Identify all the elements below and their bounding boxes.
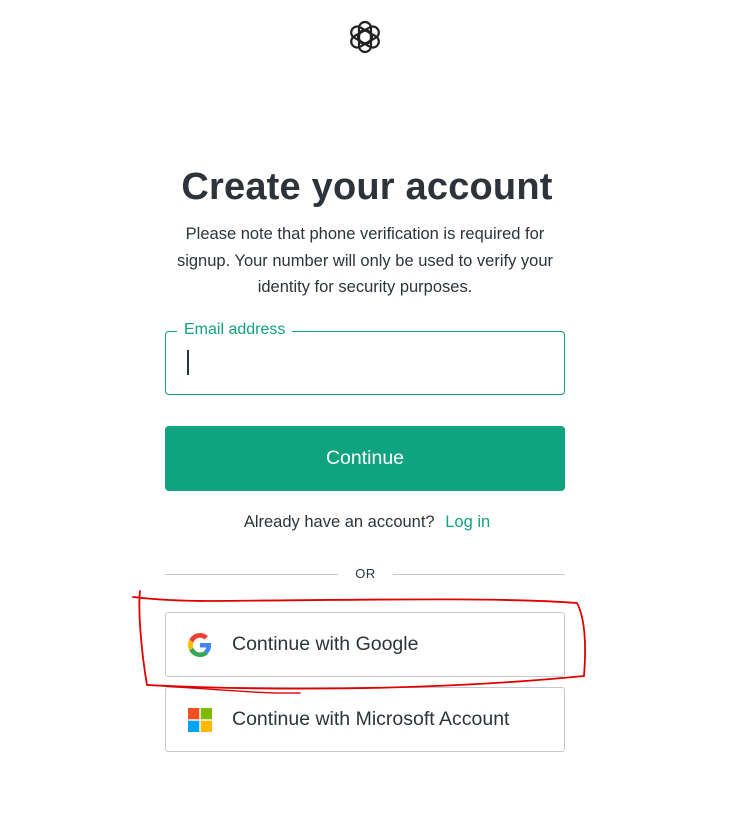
email-input[interactable]	[182, 344, 551, 384]
page-title: Create your account	[181, 166, 553, 208]
google-icon	[188, 633, 212, 657]
or-divider: OR	[355, 566, 376, 581]
continue-with-google-button[interactable]: Continue with Google	[165, 612, 565, 677]
phone-verification-note: Please note that phone verification is r…	[176, 225, 554, 296]
login-prompt: Already have an account?	[243, 513, 435, 531]
login-row: Already have an account? Log in	[0, 513, 734, 532]
divider-line-right	[393, 574, 565, 575]
microsoft-button-label: Continue with Microsoft Account	[232, 708, 510, 730]
email-field[interactable]: Email address	[165, 319, 565, 395]
text-caret	[187, 350, 189, 375]
login-link[interactable]: Log in	[445, 513, 490, 531]
microsoft-icon	[188, 708, 212, 732]
continue-with-microsoft-button[interactable]: Continue with Microsoft Account	[165, 687, 565, 752]
continue-button[interactable]: Continue	[165, 426, 565, 491]
divider-line-left	[165, 574, 338, 575]
openai-logo-icon	[344, 16, 386, 58]
google-button-label: Continue with Google	[232, 633, 419, 655]
email-field-label: Email address	[177, 319, 293, 341]
